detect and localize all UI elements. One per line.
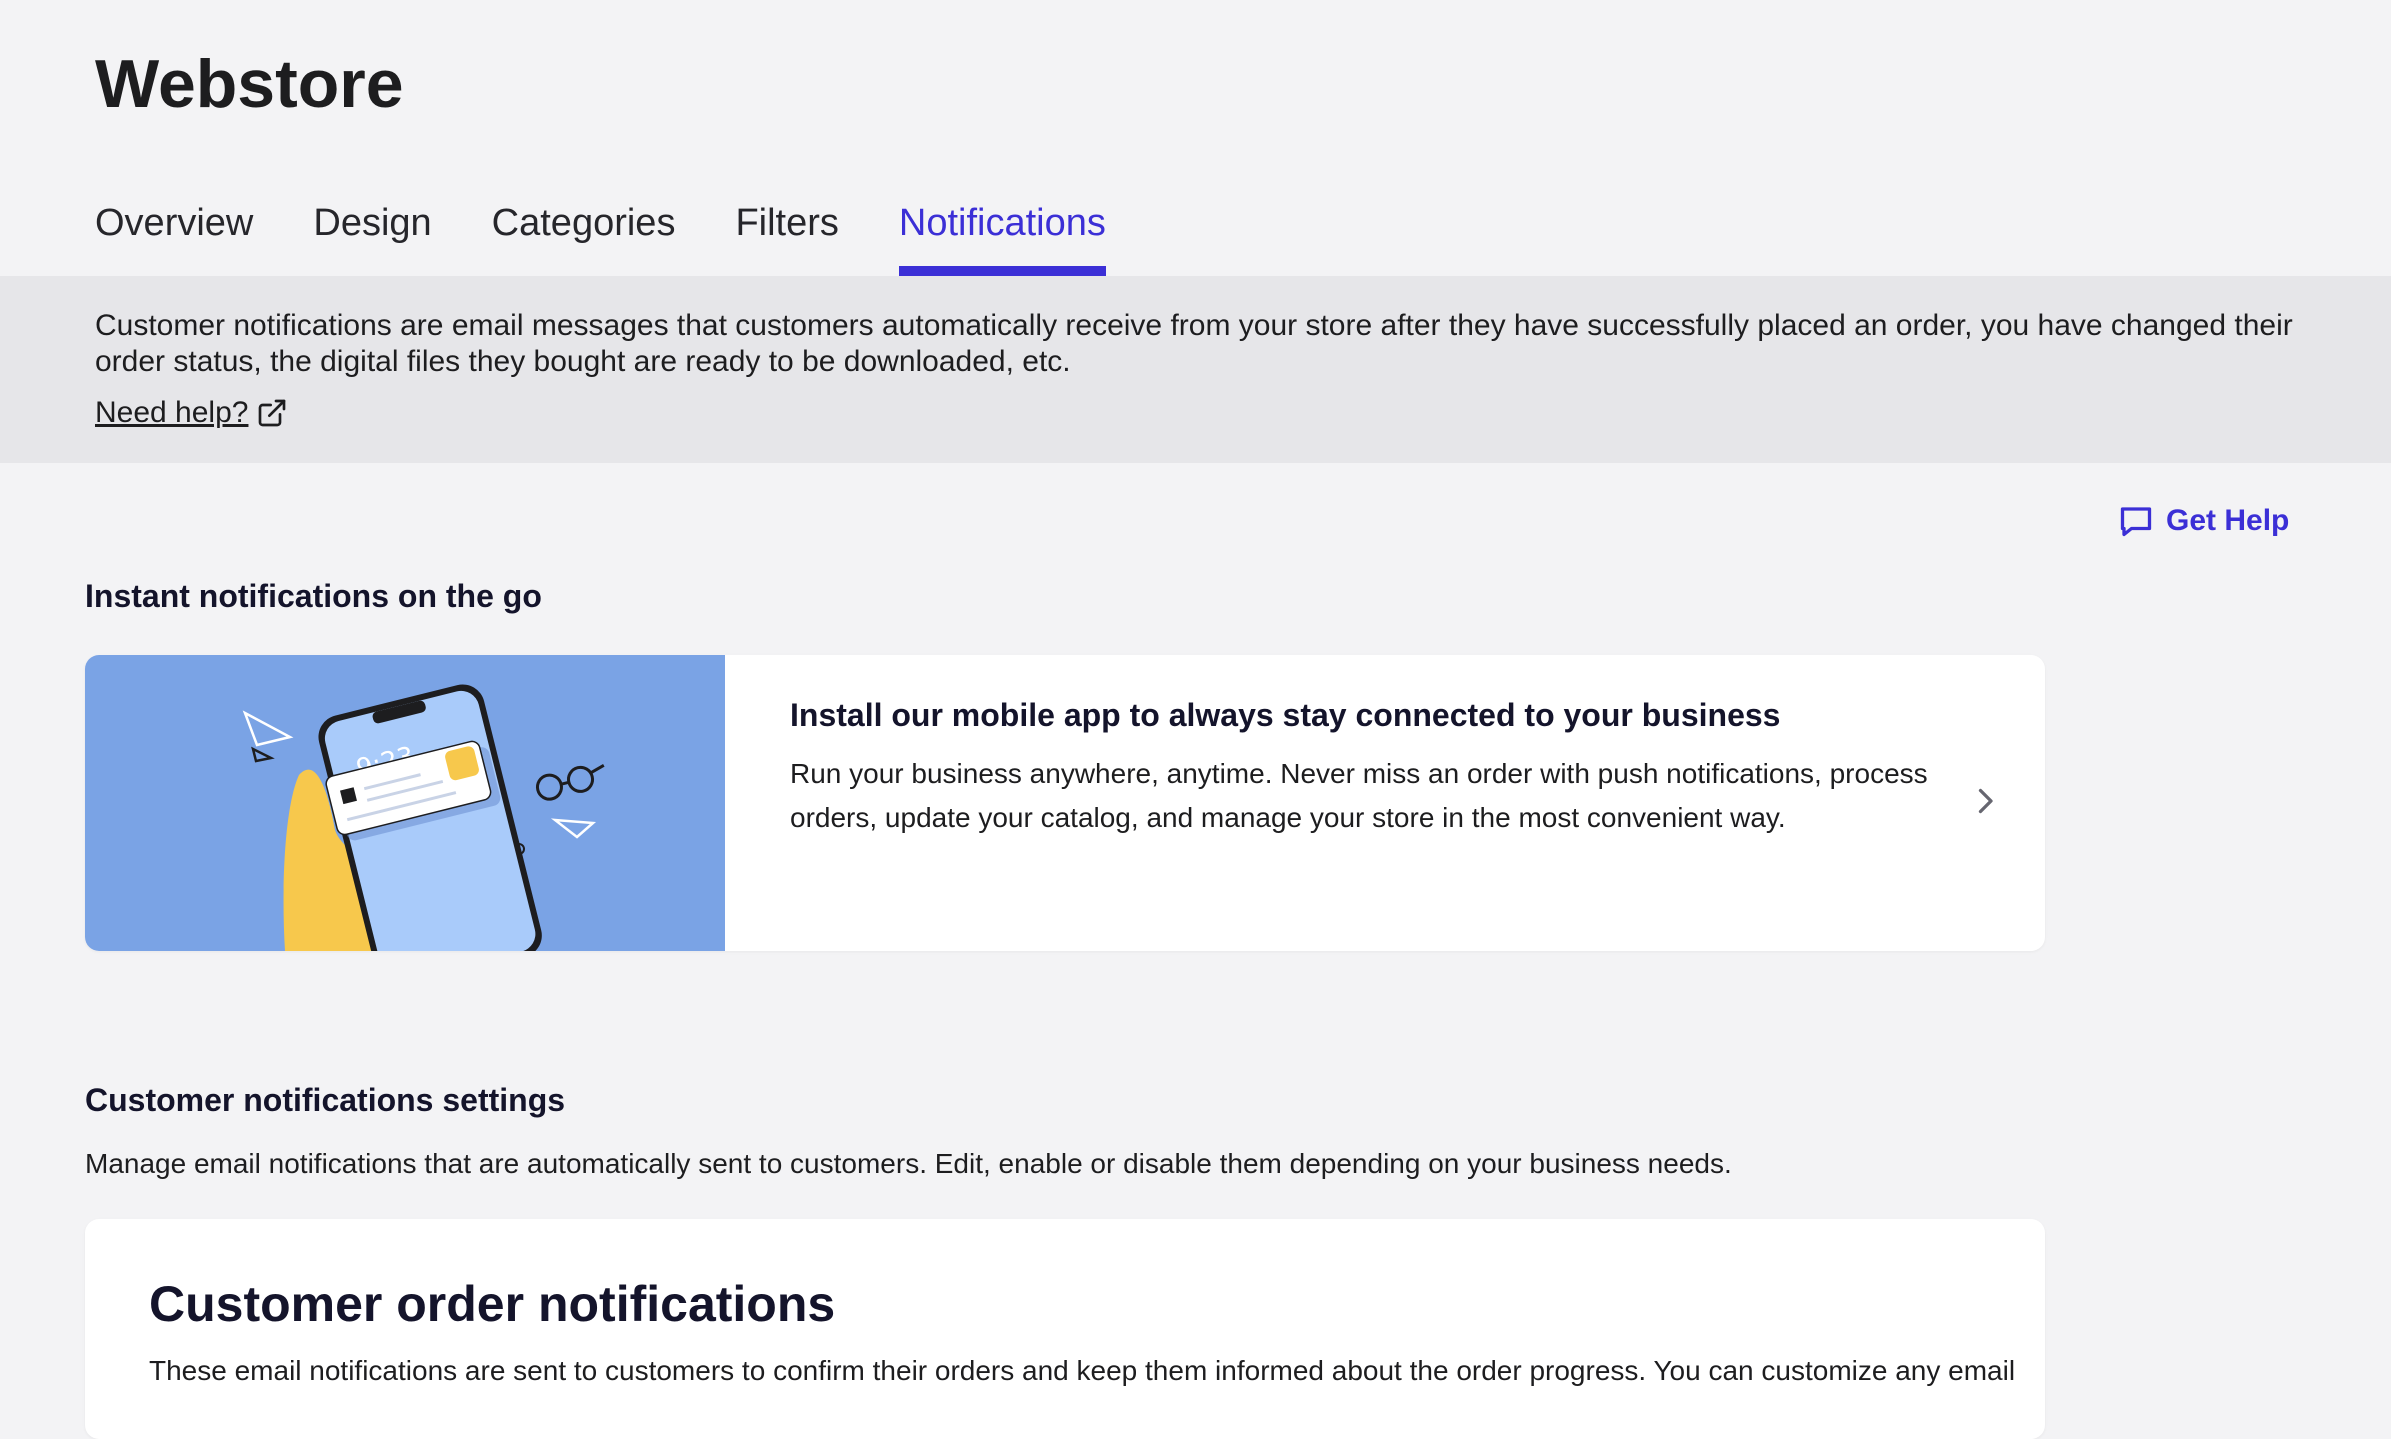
info-text: Customer notifications are email message… (95, 309, 2293, 378)
tab-categories[interactable]: Categories (492, 190, 676, 276)
external-link-icon (259, 399, 286, 427)
chat-icon (2120, 507, 2152, 537)
mobile-app-card[interactable]: 9:23 Install our mobile app to always (85, 655, 2045, 951)
chevron-right-icon (1978, 788, 1993, 814)
mobile-app-content: Install our mobile app to always stay co… (725, 655, 2045, 951)
page-title: Webstore (95, 46, 404, 122)
get-help-button[interactable]: Get Help (2118, 503, 2289, 539)
instant-notifications-heading: Instant notifications on the go (85, 578, 542, 614)
mobile-app-title: Install our mobile app to always stay co… (790, 697, 1781, 733)
tab-notifications[interactable]: Notifications (898, 190, 1106, 276)
tab-filters[interactable]: Filters (735, 190, 838, 276)
phone-illustration: 9:23 (85, 655, 725, 951)
mobile-app-description: Run your business anywhere, anytime. Nev… (790, 758, 1928, 833)
customer-notifications-settings-description: Manage email notifications that are auto… (85, 1148, 1732, 1179)
tab-overview[interactable]: Overview (95, 190, 253, 276)
tab-design[interactable]: Design (313, 190, 431, 276)
tab-bar: Overview Design Categories Filters Notif… (95, 190, 1166, 276)
need-help-label: Need help? (95, 396, 249, 429)
info-banner: Customer notifications are email message… (0, 276, 2391, 463)
customer-order-notifications-description: These email notifications are sent to cu… (149, 1355, 2016, 1386)
get-help-label: Get Help (2166, 504, 2290, 537)
need-help-link[interactable]: Need help? (95, 396, 288, 430)
customer-notifications-settings-heading: Customer notifications settings (85, 1082, 566, 1118)
customer-order-notifications-card: Customer order notifications These email… (85, 1219, 2045, 1439)
customer-order-notifications-title: Customer order notifications (149, 1276, 836, 1332)
